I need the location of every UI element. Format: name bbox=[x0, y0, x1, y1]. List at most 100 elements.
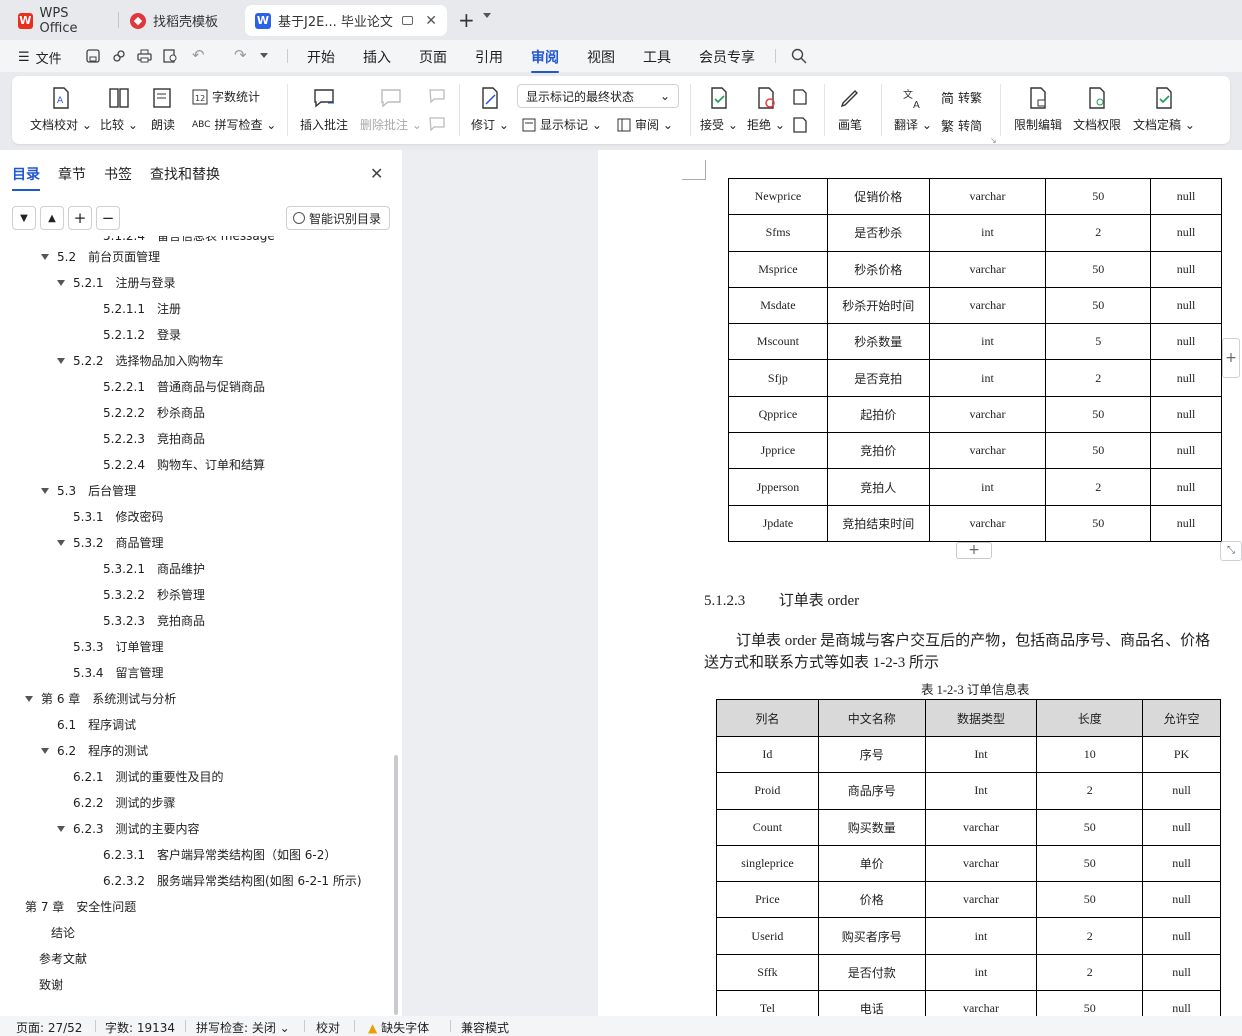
expand-corner-icon[interactable]: ↘ bbox=[990, 136, 997, 145]
tab-chapters[interactable]: 章节 bbox=[58, 164, 86, 184]
toc-item[interactable]: 结论 bbox=[51, 924, 75, 941]
table-cell[interactable]: 是否付款 bbox=[817, 953, 926, 992]
table-1[interactable]: Newprice 促销价格 varchar 50 null Sfms 是否秒杀 int 2 nul… bbox=[728, 177, 1222, 542]
close-tab-icon[interactable]: ✕ bbox=[425, 13, 437, 29]
table-cell[interactable]: varchar bbox=[928, 286, 1047, 325]
table-cell[interactable]: Id bbox=[716, 735, 819, 774]
toc-item[interactable]: 5.2 前台页面管理 bbox=[41, 248, 160, 265]
table-cell[interactable]: 50 bbox=[1045, 395, 1152, 434]
word-count-status[interactable]: 字数: 19134 bbox=[105, 1019, 175, 1036]
revise-button[interactable]: 修订 ⌄ bbox=[471, 86, 509, 133]
table-cell[interactable]: null bbox=[1142, 953, 1221, 992]
table-cell[interactable]: Sfjp bbox=[728, 359, 828, 397]
chevron-down-icon[interactable] bbox=[483, 13, 491, 18]
table-cell[interactable]: 起拍价 bbox=[826, 395, 930, 434]
print-preview-icon[interactable] bbox=[163, 49, 178, 63]
toc-item[interactable]: 5.2.1.1 注册 bbox=[103, 300, 181, 317]
table-cell[interactable]: null bbox=[1150, 432, 1222, 470]
prev-change-icon[interactable] bbox=[791, 88, 809, 106]
table-cell[interactable]: 2 bbox=[1045, 468, 1152, 506]
expand-arrow-icon[interactable] bbox=[57, 357, 65, 364]
toc-item[interactable]: 5.2.2 选择物品加入购物车 bbox=[57, 352, 224, 369]
table-cell[interactable]: Userid bbox=[716, 917, 819, 955]
tab-template[interactable]: ◆ 找稻壳模板 bbox=[120, 5, 240, 36]
table-cell[interactable]: 秒杀价格 bbox=[826, 250, 930, 288]
table-cell[interactable]: 50 bbox=[1045, 177, 1152, 216]
pen-button[interactable]: 画笔 bbox=[838, 86, 862, 133]
table-cell[interactable]: Jpperson bbox=[728, 468, 828, 506]
table-cell[interactable]: null bbox=[1150, 359, 1222, 397]
document-page[interactable]: Newprice 促销价格 varchar 50 null Sfms 是否秒杀 int 2 nul… bbox=[598, 150, 1242, 1016]
toc-item[interactable]: 6.2.1 测试的重要性及目的 bbox=[73, 768, 224, 785]
show-markup-button[interactable]: 显示标记 ⌄ bbox=[522, 116, 602, 133]
table-cell[interactable]: varchar bbox=[924, 990, 1038, 1016]
doc-permission-button[interactable]: 文档权限 bbox=[1073, 86, 1121, 133]
table-cell[interactable]: int bbox=[928, 214, 1047, 252]
resize-table-icon[interactable]: ⤡ bbox=[1220, 541, 1242, 561]
table-cell[interactable]: Msdate bbox=[728, 286, 828, 325]
toc-item[interactable]: 5.3.2 商品管理 bbox=[57, 534, 164, 551]
toc-item[interactable]: 5.3.2.1 商品维护 bbox=[103, 560, 205, 577]
review-pane-button[interactable]: 审阅 ⌄ bbox=[617, 116, 673, 133]
toc-item[interactable]: 5.3 后台管理 bbox=[41, 482, 136, 499]
table-cell[interactable]: varchar bbox=[924, 881, 1038, 919]
missing-font-status[interactable]: ▲ 缺失字体 bbox=[368, 1019, 429, 1036]
link-icon[interactable] bbox=[112, 49, 126, 63]
table-cell[interactable]: Price bbox=[716, 881, 819, 919]
toc-item[interactable]: 5.2.2.2 秒杀商品 bbox=[103, 404, 205, 421]
spell-check-button[interactable]: ABC 拼写检查 ⌄ bbox=[192, 116, 276, 133]
table-cell[interactable]: int bbox=[924, 917, 1038, 955]
new-tab-button[interactable]: + bbox=[458, 8, 475, 32]
table-cell[interactable]: Int bbox=[924, 772, 1038, 810]
next-change-icon[interactable] bbox=[791, 116, 809, 134]
quick-access-chevron-icon[interactable] bbox=[260, 53, 268, 58]
table-cell[interactable]: 10 bbox=[1036, 735, 1144, 774]
to-simplified-button[interactable]: 繁 转简 bbox=[941, 116, 982, 135]
spell-check-status[interactable]: 拼写检查: 关闭 ⌄ bbox=[196, 1019, 290, 1036]
expand-all-button[interactable]: ▼ bbox=[12, 206, 36, 230]
read-aloud-button[interactable]: 朗读 bbox=[151, 86, 175, 133]
table-cell[interactable]: varchar bbox=[928, 250, 1047, 288]
toc-item[interactable]: 5.2.1 注册与登录 bbox=[57, 274, 176, 291]
table-header-cell[interactable]: 数据类型 bbox=[924, 699, 1038, 737]
table-cell[interactable]: null bbox=[1150, 286, 1222, 325]
search-icon[interactable] bbox=[791, 48, 807, 64]
table-cell[interactable]: 50 bbox=[1036, 808, 1144, 846]
menu-review[interactable]: 审阅 bbox=[531, 47, 559, 73]
save-icon[interactable] bbox=[86, 49, 100, 63]
menu-insert[interactable]: 插入 bbox=[363, 47, 391, 67]
table-cell[interactable]: 电话 bbox=[817, 990, 926, 1016]
toc-item[interactable]: 6.2.3.1 客户端异常类结构图（如图 6-2） bbox=[103, 846, 336, 863]
tab-bookmarks[interactable]: 书签 bbox=[104, 164, 132, 184]
table-cell[interactable]: 秒杀开始时间 bbox=[826, 286, 930, 325]
menu-view[interactable]: 视图 bbox=[587, 47, 615, 67]
finalize-button[interactable]: 文档定稿 ⌄ bbox=[1133, 86, 1195, 133]
remove-heading-button[interactable]: − bbox=[96, 206, 120, 230]
table-cell[interactable]: 50 bbox=[1045, 504, 1152, 542]
table-cell[interactable]: Count bbox=[716, 808, 819, 846]
table-cell[interactable]: null bbox=[1150, 504, 1222, 542]
prev-comment-icon[interactable] bbox=[428, 88, 446, 104]
doc-check-button[interactable]: A 文档校对 ⌄ bbox=[30, 86, 92, 133]
table-cell[interactable]: null bbox=[1150, 468, 1222, 506]
toc-item[interactable]: 5.3.2.3 竞拍商品 bbox=[103, 612, 205, 629]
table-cell[interactable]: null bbox=[1150, 250, 1222, 288]
toc-item[interactable]: 5.3.3 订单管理 bbox=[73, 638, 164, 655]
table-cell[interactable]: 50 bbox=[1045, 286, 1152, 325]
tab-toc[interactable]: 目录 bbox=[12, 164, 40, 191]
delete-comment-button[interactable]: 删除批注 ⌄ bbox=[360, 86, 422, 133]
expand-arrow-icon[interactable] bbox=[57, 279, 65, 286]
toc-item[interactable]: 5.3.4 留言管理 bbox=[73, 664, 164, 681]
expand-arrow-icon[interactable] bbox=[57, 825, 65, 832]
table-cell[interactable]: varchar bbox=[928, 395, 1047, 434]
table-cell[interactable]: 2 bbox=[1036, 772, 1144, 810]
table-cell[interactable]: Int bbox=[924, 735, 1038, 774]
toc-item[interactable]: 5.2.2.3 竞拍商品 bbox=[103, 430, 205, 447]
table-cell[interactable]: null bbox=[1142, 917, 1221, 955]
toc-item[interactable]: 6.2.2 测试的步骤 bbox=[73, 794, 176, 811]
scrollbar[interactable] bbox=[394, 755, 398, 1015]
table-cell[interactable]: 50 bbox=[1045, 432, 1152, 470]
toc-item[interactable]: 致谢 bbox=[39, 976, 63, 993]
table-cell[interactable]: varchar bbox=[924, 808, 1038, 846]
translate-button[interactable]: 文A 翻译 ⌄ bbox=[894, 86, 932, 133]
